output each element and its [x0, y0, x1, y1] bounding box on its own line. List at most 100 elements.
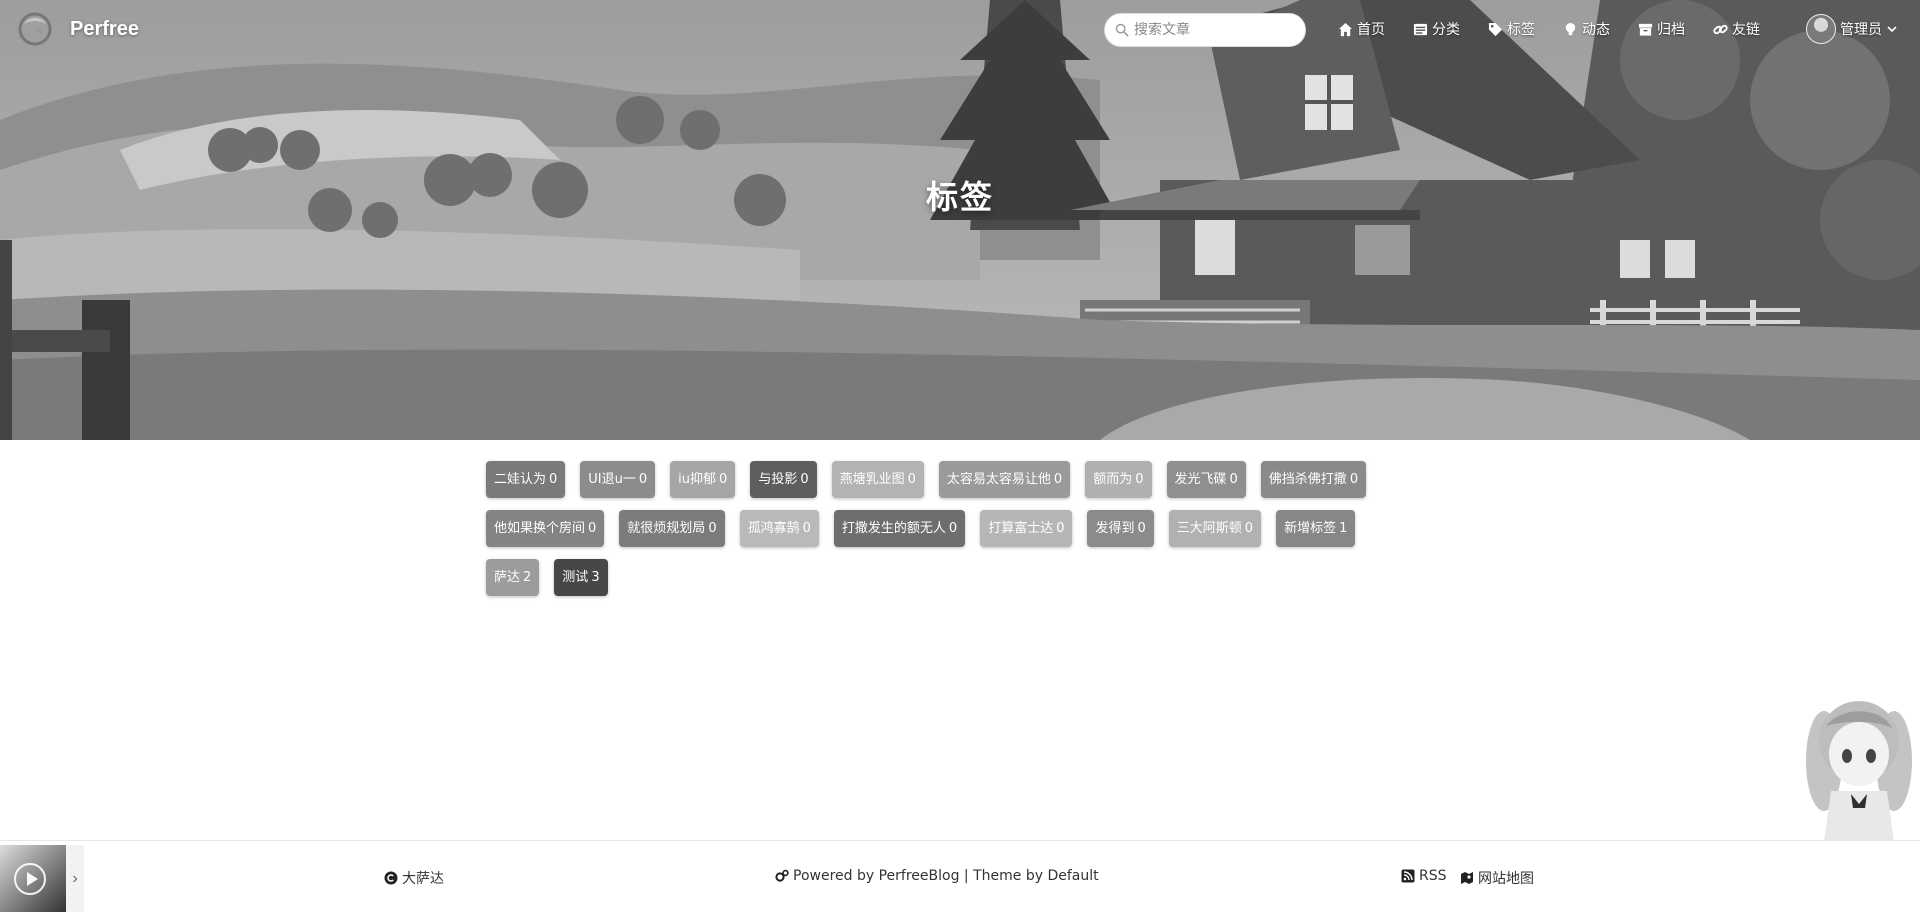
brand-link[interactable]: Perfree: [18, 12, 139, 46]
tag-count: 2: [523, 570, 532, 585]
tag-name: 佛挡杀佛打撒: [1268, 472, 1347, 487]
tag-icon: [1488, 22, 1503, 36]
menu-item-friend-links[interactable]: 友链: [1713, 19, 1760, 39]
hero-background-image: [0, 0, 1920, 440]
user-menu[interactable]: 管理员: [1806, 14, 1898, 44]
menu-item-label: 分类: [1432, 22, 1460, 38]
tag-name: 打算富士达: [988, 521, 1054, 536]
tag-item[interactable]: 燕塘乳业图 0: [831, 461, 924, 498]
powered-blog-link[interactable]: PerfreeBlog: [879, 868, 960, 884]
menu-item-tags[interactable]: 标签: [1488, 19, 1535, 39]
tag-item[interactable]: 与投影 0: [750, 461, 817, 498]
music-player[interactable]: ›: [0, 845, 84, 912]
footer-powered: Powered by PerfreeBlog | Theme by Defaul…: [775, 868, 1099, 884]
avatar: [1806, 14, 1836, 44]
copyright-text: 大萨达: [402, 871, 444, 887]
tag-count: 0: [1349, 472, 1359, 487]
menu-item-archive[interactable]: 归档: [1638, 19, 1685, 39]
tag-name: 三大阿斯顿: [1176, 521, 1242, 536]
footer-copyright: 大萨达: [384, 868, 444, 888]
lightbulb-icon: [1565, 22, 1576, 35]
tag-name: UI退u一: [588, 472, 636, 487]
tag-count: 0: [1135, 472, 1144, 487]
player-toggle-button[interactable]: ›: [66, 845, 84, 912]
perfree-logo-icon: [18, 12, 52, 46]
chevron-down-icon: [1887, 26, 1897, 33]
menu-item-moments[interactable]: 动态: [1563, 19, 1610, 39]
tag-name: 二娃认为: [494, 472, 547, 487]
tag-item[interactable]: iu抑郁 0: [670, 461, 736, 498]
theme-prefix: Theme by: [973, 868, 1048, 884]
tag-count: 3: [591, 570, 600, 585]
footer-sitemap-link[interactable]: 网站地图: [1460, 868, 1534, 888]
tag-count: 0: [1056, 521, 1065, 536]
tag-item[interactable]: UI退u一 0: [580, 461, 656, 498]
rss-label: RSS: [1419, 868, 1447, 884]
tag-count: 0: [1244, 521, 1254, 536]
tag-item[interactable]: 额而为 0: [1085, 461, 1152, 498]
main-menu: 首页 分类 标签 动态 归档 友链: [1338, 18, 1788, 40]
rss-icon: [1401, 869, 1415, 883]
tag-cloud: 二娃认为 0 UI退u一 0 iu抑郁 0 与投影 0 燕塘乳业图 0 太容易太容易让他 0…: [486, 461, 1416, 608]
tag-row: 二娃认为 0 UI退u一 0 iu抑郁 0 与投影 0 燕塘乳业图 0 太容易太容易让他 0…: [486, 461, 1416, 498]
menu-item-home[interactable]: 首页: [1338, 19, 1385, 39]
menu-item-category[interactable]: 分类: [1413, 19, 1460, 39]
menu-item-label: 动态: [1582, 22, 1610, 38]
tag-name: 测试: [562, 570, 589, 585]
tag-item[interactable]: 打算富士达 0: [980, 510, 1073, 547]
tag-name: 额而为: [1093, 472, 1133, 487]
tag-item[interactable]: 萨达 2: [486, 559, 540, 596]
menu-item-label: 友链: [1732, 22, 1760, 38]
powered-separator: |: [959, 868, 974, 884]
tag-row: 萨达 2 测试 3: [486, 559, 1416, 596]
tag-count: 0: [1229, 472, 1238, 487]
search-input[interactable]: [1134, 22, 1294, 38]
tag-count: 0: [802, 521, 811, 536]
tag-count: 0: [638, 472, 648, 487]
copyright-icon: [384, 871, 398, 885]
tag-name: 新增标签: [1284, 521, 1337, 536]
menu-item-label: 首页: [1357, 22, 1385, 38]
tag-row: 他如果换个房间 0 就很烦规划局 0 孤鸿寡鹄 0 打撒发生的额无人 0 打算富士达 0 …: [486, 510, 1416, 547]
tag-item[interactable]: 新增标签 1: [1276, 510, 1356, 547]
tag-name: 就很烦规划局: [627, 521, 706, 536]
tag-item[interactable]: 打撒发生的额无人 0: [833, 510, 966, 547]
tag-item[interactable]: 就很烦规划局 0: [619, 510, 725, 547]
archive-icon: [1638, 23, 1653, 36]
tag-name: 太容易太容易让他: [946, 472, 1051, 487]
tag-name: 发得到: [1095, 521, 1135, 536]
play-icon[interactable]: [14, 863, 46, 895]
footer-rss-link[interactable]: RSS: [1401, 868, 1447, 884]
tag-count: 0: [1137, 521, 1146, 536]
tag-name: 萨达: [494, 570, 521, 585]
tag-item[interactable]: 测试 3: [554, 559, 608, 596]
gears-icon: [775, 869, 789, 882]
tag-count: 0: [1053, 472, 1063, 487]
search-box[interactable]: [1104, 13, 1306, 47]
tag-count: 1: [1339, 521, 1348, 536]
tag-item[interactable]: 孤鸿寡鹄 0: [739, 510, 819, 547]
user-name: 管理员: [1840, 22, 1882, 38]
tag-count: 0: [549, 472, 558, 487]
page-title: 标签: [925, 178, 994, 216]
tag-name: 他如果换个房间: [494, 521, 586, 536]
tag-item[interactable]: 佛挡杀佛打撒 0: [1260, 461, 1367, 498]
home-icon: [1338, 22, 1353, 36]
tag-item[interactable]: 太容易太容易让他 0: [938, 461, 1071, 498]
sitemap-label: 网站地图: [1478, 871, 1534, 887]
tag-name: 打撒发生的额无人: [841, 521, 946, 536]
hero-banner: 标签: [0, 0, 1920, 440]
tag-item[interactable]: 他如果换个房间 0: [486, 510, 605, 547]
list-icon: [1413, 23, 1428, 35]
tag-item[interactable]: 发得到 0: [1087, 510, 1154, 547]
tag-count: 0: [948, 521, 958, 536]
tag-count: 0: [708, 521, 717, 536]
tag-item[interactable]: 二娃认为 0: [486, 461, 566, 498]
tag-item[interactable]: 发光飞碟 0: [1166, 461, 1246, 498]
powered-prefix: Powered by: [793, 868, 879, 884]
sitemap-icon: [1461, 872, 1473, 884]
brand-name: Perfree: [70, 17, 139, 40]
tag-item[interactable]: 三大阿斯顿 0: [1168, 510, 1262, 547]
tag-count: 0: [588, 521, 597, 536]
theme-name-link[interactable]: Default: [1047, 868, 1098, 884]
